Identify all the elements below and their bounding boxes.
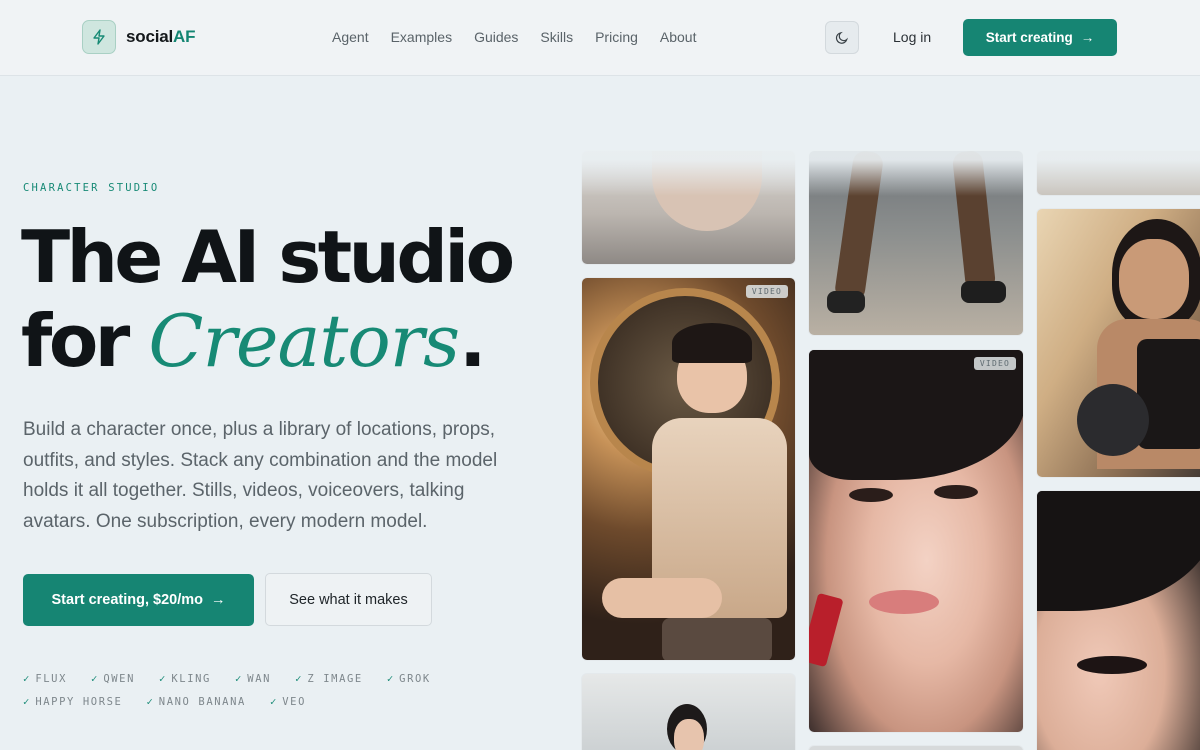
start-creating-label: Start creating	[985, 30, 1073, 45]
main-nav: Agent Examples Guides Skills Pricing Abo…	[332, 29, 718, 45]
headline-period: .	[459, 299, 486, 383]
logo[interactable]: socialAF	[82, 20, 195, 54]
model-tag: ✓ QWEN	[91, 673, 135, 685]
model-tag: ✓ FLUX	[23, 673, 67, 685]
brand-name: socialAF	[126, 27, 195, 47]
headline-script-word: Creators	[148, 299, 460, 383]
nav-about[interactable]: About	[660, 29, 697, 45]
headline-for: for	[21, 299, 149, 383]
nav-agent[interactable]: Agent	[332, 29, 369, 45]
check-icon: ✓	[159, 673, 166, 685]
theme-toggle-button[interactable]	[825, 21, 859, 54]
moon-icon	[835, 31, 848, 44]
check-icon: ✓	[234, 673, 242, 685]
site-header: socialAF Agent Examples Guides Skills Pr…	[0, 0, 1200, 76]
check-icon: ✓	[269, 696, 277, 708]
model-name: KLING	[171, 673, 211, 685]
see-what-it-makes-button[interactable]: See what it makes	[265, 573, 432, 626]
model-name: FLUX	[35, 673, 68, 685]
model-tag: ✓ KLING	[159, 673, 211, 685]
check-icon: ✓	[295, 673, 302, 685]
nav-guides[interactable]: Guides	[474, 29, 518, 45]
model-name: QWEN	[103, 673, 136, 685]
gallery-tile-vanity-mirror-video[interactable]: VIDEO	[581, 277, 796, 661]
gallery-fade-overlay	[570, 76, 1200, 196]
gallery-tile-beauty-closeup-video[interactable]: VIDEO	[808, 349, 1024, 733]
nav-examples[interactable]: Examples	[391, 29, 452, 45]
model-name: WAN	[247, 673, 272, 685]
hero-description: Build a character once, plus a library o…	[23, 419, 498, 532]
arrow-right-icon: →	[1080, 30, 1095, 45]
login-link[interactable]: Log in	[893, 29, 931, 45]
gallery-tile-eye-closeup[interactable]	[1036, 490, 1200, 750]
model-name: Z IMAGE	[307, 673, 363, 685]
check-icon: ✓	[23, 673, 30, 685]
lightning-bolt-icon	[82, 20, 116, 54]
model-tag: ✓ VEO	[270, 696, 306, 708]
gallery-tile-partial[interactable]	[808, 745, 1024, 750]
start-creating-button[interactable]: Start creating →	[963, 19, 1117, 56]
video-badge: VIDEO	[973, 357, 1016, 370]
eyebrow-label: CHARACTER STUDIO	[23, 182, 160, 194]
model-tag: ✓ HAPPY HORSE	[23, 696, 122, 708]
nav-skills[interactable]: Skills	[540, 29, 573, 45]
video-badge: VIDEO	[745, 285, 788, 298]
headline-line-1: The AI studio	[21, 215, 515, 299]
gallery-tile-selfie[interactable]	[581, 673, 796, 750]
arrow-right-icon: →	[211, 592, 226, 608]
check-icon: ✓	[386, 673, 394, 685]
model-tag: ✓ WAN	[235, 673, 271, 685]
nav-pricing[interactable]: Pricing	[595, 29, 638, 45]
start-creating-pricing-button[interactable]: Start creating, $20/mo →	[23, 574, 254, 626]
model-name: HAPPY HORSE	[35, 696, 123, 708]
model-name: GROK	[399, 673, 431, 685]
headline-line-2: for Creators.	[21, 299, 512, 383]
hero-headline: The AI studio for Creators.	[21, 215, 515, 383]
model-tag: ✓ Z IMAGE	[295, 673, 363, 685]
model-tag: ✓ GROK	[387, 673, 431, 685]
model-name: VEO	[282, 696, 307, 708]
check-icon: ✓	[23, 696, 30, 708]
supported-models-list: ✓ FLUX ✓ QWEN ✓ KLING ✓ WAN ✓ Z IMAGE ✓ GROK ✓…	[23, 673, 503, 708]
model-tag: ✓ NANO BANANA	[146, 696, 245, 708]
brand-accent: AF	[173, 27, 196, 46]
gallery-tile-gym-kettlebell[interactable]	[1036, 208, 1200, 478]
brand-prefix: social	[126, 27, 173, 46]
primary-cta-label: Start creating, $20/mo	[51, 592, 204, 608]
model-name: NANO BANANA	[158, 696, 246, 708]
check-icon: ✓	[91, 673, 98, 685]
check-icon: ✓	[146, 696, 153, 708]
